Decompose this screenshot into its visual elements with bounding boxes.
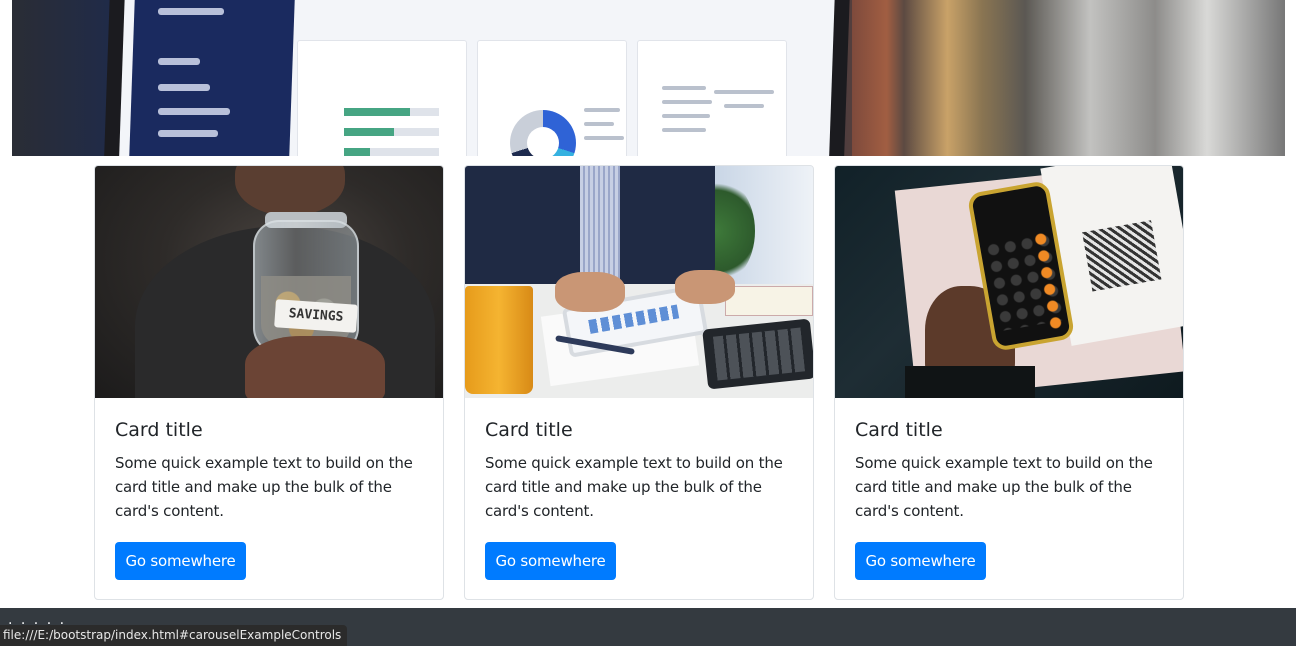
go-somewhere-button[interactable]: Go somewhere xyxy=(115,542,246,580)
card-title: Card title xyxy=(115,419,203,441)
card-body: Card title Some quick example text to bu… xyxy=(115,416,425,523)
dashboard-nav-line xyxy=(158,130,218,137)
dashboard-legend-line xyxy=(584,136,624,140)
card-text: Some quick example text to build on the … xyxy=(485,454,783,520)
dashboard-bar xyxy=(344,148,370,156)
dashboard-bar xyxy=(344,108,410,116)
card: Card title Some quick example text to bu… xyxy=(834,165,1184,600)
dashboard-legend-line xyxy=(584,122,614,126)
carousel-slide-image xyxy=(12,0,1285,156)
yellow-mug xyxy=(465,286,533,394)
checked-shirt xyxy=(580,166,620,281)
go-somewhere-button[interactable]: Go somewhere xyxy=(485,542,616,580)
card-body: Card title Some quick example text to bu… xyxy=(855,416,1165,523)
dashboard-settings-line xyxy=(662,114,710,118)
card: SAVINGS Card title Some quick example te… xyxy=(94,165,444,600)
go-somewhere-button[interactable]: Go somewhere xyxy=(855,542,986,580)
card-deck: SAVINGS Card title Some quick example te… xyxy=(94,165,1184,600)
card-title: Card title xyxy=(485,419,573,441)
dashboard-settings-line xyxy=(662,86,706,90)
card-image xyxy=(835,166,1183,398)
jar-label: SAVINGS xyxy=(274,299,358,333)
dashboard-balance-line xyxy=(714,90,774,94)
hand xyxy=(245,336,385,398)
notebook xyxy=(725,286,813,316)
dashboard-settings-line xyxy=(662,100,712,104)
card-image xyxy=(465,166,813,398)
dashboard-nav-line xyxy=(158,108,230,115)
card-title: Card title xyxy=(855,419,943,441)
person-chin xyxy=(235,166,345,216)
dashboard-panel xyxy=(637,40,787,156)
card-body: Card title Some quick example text to bu… xyxy=(485,416,795,523)
card: Card title Some quick example text to bu… xyxy=(464,165,814,600)
dashboard-bar xyxy=(344,128,394,136)
card-text: Some quick example text to build on the … xyxy=(115,454,413,520)
card-image: SAVINGS xyxy=(95,166,443,398)
dashboard-nav-line xyxy=(158,8,224,15)
dashboard-settings-line xyxy=(662,128,706,132)
card-text: Some quick example text to build on the … xyxy=(855,454,1153,520)
dashboard-balance-line xyxy=(724,104,764,108)
hand xyxy=(675,270,735,304)
hand xyxy=(555,272,625,312)
calculator xyxy=(702,318,813,390)
dashboard-panel xyxy=(297,40,467,156)
background-blur xyxy=(852,0,1285,156)
dashboard-nav-line xyxy=(158,84,210,91)
dashboard-nav-line xyxy=(158,58,200,65)
dashboard-legend-line xyxy=(584,108,620,112)
link-status-bar: file:///E:/bootstrap/index.html#carousel… xyxy=(0,625,348,646)
sleeve xyxy=(905,366,1035,398)
